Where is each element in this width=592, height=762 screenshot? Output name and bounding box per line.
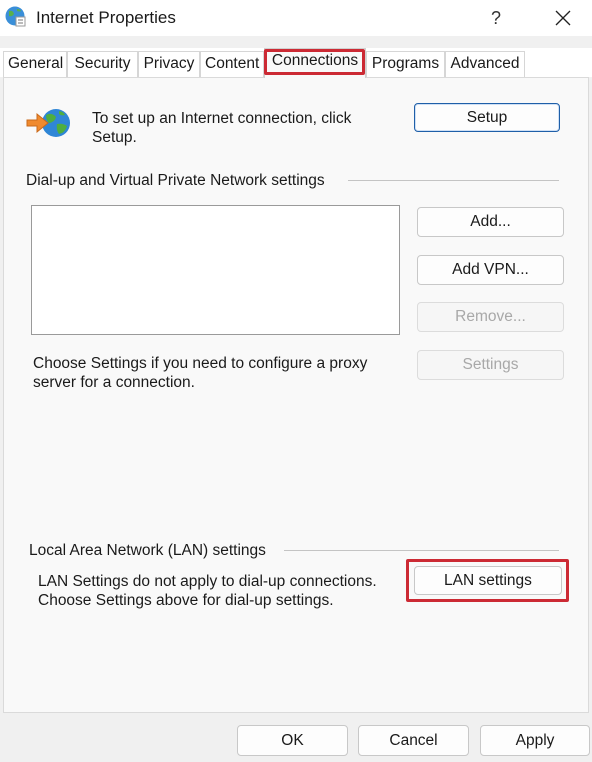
tab-advanced[interactable]: Advanced <box>445 51 525 77</box>
proxy-settings-text: Choose Settings if you need to configure… <box>33 355 368 391</box>
tab-programs[interactable]: Programs <box>366 51 445 77</box>
lan-divider <box>284 550 559 551</box>
close-button[interactable] <box>548 5 578 31</box>
remove-button[interactable]: Remove... <box>417 302 564 332</box>
window-title: Internet Properties <box>36 8 176 27</box>
tab-general[interactable]: General <box>3 51 67 77</box>
title-bar: Internet Properties ? <box>0 0 592 36</box>
setup-description: To set up an Internet connection, click … <box>92 110 352 146</box>
add-button[interactable]: Add... <box>417 207 564 237</box>
lan-description: LAN Settings do not apply to dial-up con… <box>38 573 377 609</box>
settings-button[interactable]: Settings <box>417 350 564 380</box>
apply-button[interactable]: Apply <box>480 725 590 756</box>
tab-privacy[interactable]: Privacy <box>138 51 200 77</box>
setup-button[interactable]: Setup <box>414 103 560 132</box>
tab-security[interactable]: Security <box>67 51 138 77</box>
globe-icon <box>4 5 26 27</box>
connections-list[interactable] <box>31 205 400 335</box>
dialup-divider <box>348 180 559 181</box>
cancel-button[interactable]: Cancel <box>358 725 469 756</box>
help-button[interactable]: ? <box>482 5 510 31</box>
lan-settings-button[interactable]: LAN settings <box>414 566 562 595</box>
tab-content[interactable]: Content <box>200 51 264 77</box>
tab-connections[interactable]: Connections <box>264 48 366 78</box>
tab-strip: General Security Privacy Content Connect… <box>0 48 592 78</box>
ok-button[interactable]: OK <box>237 725 348 756</box>
lan-heading: Local Area Network (LAN) settings <box>29 542 266 559</box>
add-vpn-button[interactable]: Add VPN... <box>417 255 564 285</box>
dialup-heading: Dial-up and Virtual Private Network sett… <box>26 172 325 189</box>
internet-setup-icon <box>26 107 74 141</box>
close-icon <box>555 10 571 26</box>
